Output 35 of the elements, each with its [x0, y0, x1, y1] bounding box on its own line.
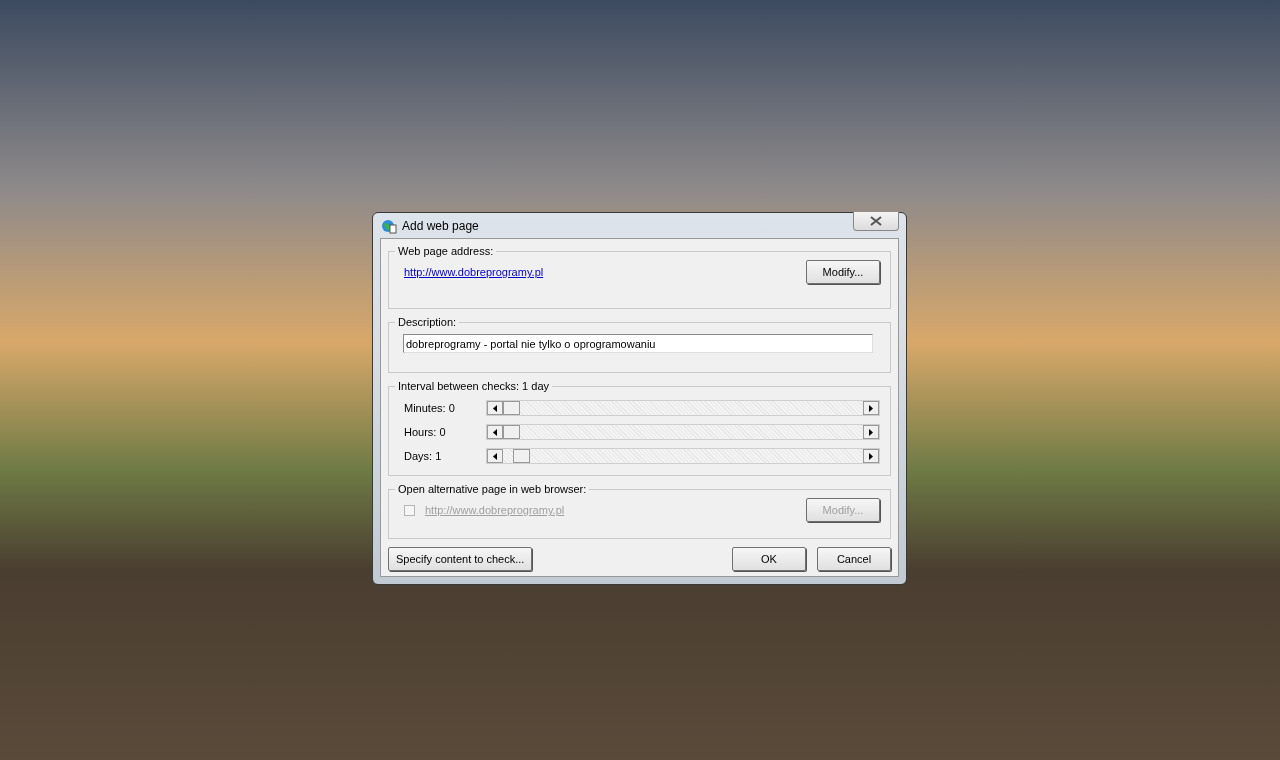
dialog-button[interactable]: OK	[732, 547, 806, 571]
slider-thumb[interactable]	[513, 449, 531, 463]
slider-label: Minutes: 0	[404, 402, 456, 414]
slider-thumb[interactable]	[503, 401, 520, 415]
right-arrow-button[interactable]	[863, 449, 879, 463]
specify-content-button[interactable]: Specify content to check...	[388, 547, 533, 571]
slider-bar[interactable]	[486, 424, 880, 440]
group-label: Open alternative page in web browser:	[397, 483, 588, 495]
right-triangle-icon	[869, 428, 873, 436]
slider-label: Hours: 0	[404, 426, 447, 438]
left-triangle-icon	[493, 404, 497, 412]
slider-thumb[interactable]	[503, 425, 520, 439]
left-arrow-button[interactable]	[487, 425, 503, 439]
left-arrow-button[interactable]	[487, 449, 503, 463]
slider-bar[interactable]	[486, 448, 880, 464]
slider-label: Days: 1	[404, 450, 443, 462]
globe-icon	[381, 217, 397, 234]
left-arrow-button[interactable]	[487, 401, 503, 415]
dialog-button[interactable]: Cancel	[817, 547, 891, 571]
group-label: Web page address:	[397, 245, 495, 257]
slider-bar[interactable]	[486, 400, 880, 416]
right-triangle-icon	[869, 452, 873, 460]
description-field[interactable]: dobreprogramy - portal nie tylko o oprogramowaniu	[403, 334, 873, 353]
close-button[interactable]	[853, 212, 899, 231]
modify-button[interactable]: Modify...	[806, 260, 880, 284]
right-triangle-icon	[869, 404, 873, 412]
group-label: Interval between checks: 1 day	[397, 380, 551, 392]
right-arrow-button[interactable]	[863, 401, 879, 415]
window-title: Add web page	[402, 218, 479, 233]
group-label: Description:	[397, 316, 458, 328]
left-triangle-icon	[493, 452, 497, 460]
right-arrow-button[interactable]	[863, 425, 879, 439]
left-triangle-icon	[493, 428, 497, 436]
url-link[interactable]: http://www.dobreprogramy.pl	[404, 266, 544, 278]
close-icon	[870, 216, 882, 226]
